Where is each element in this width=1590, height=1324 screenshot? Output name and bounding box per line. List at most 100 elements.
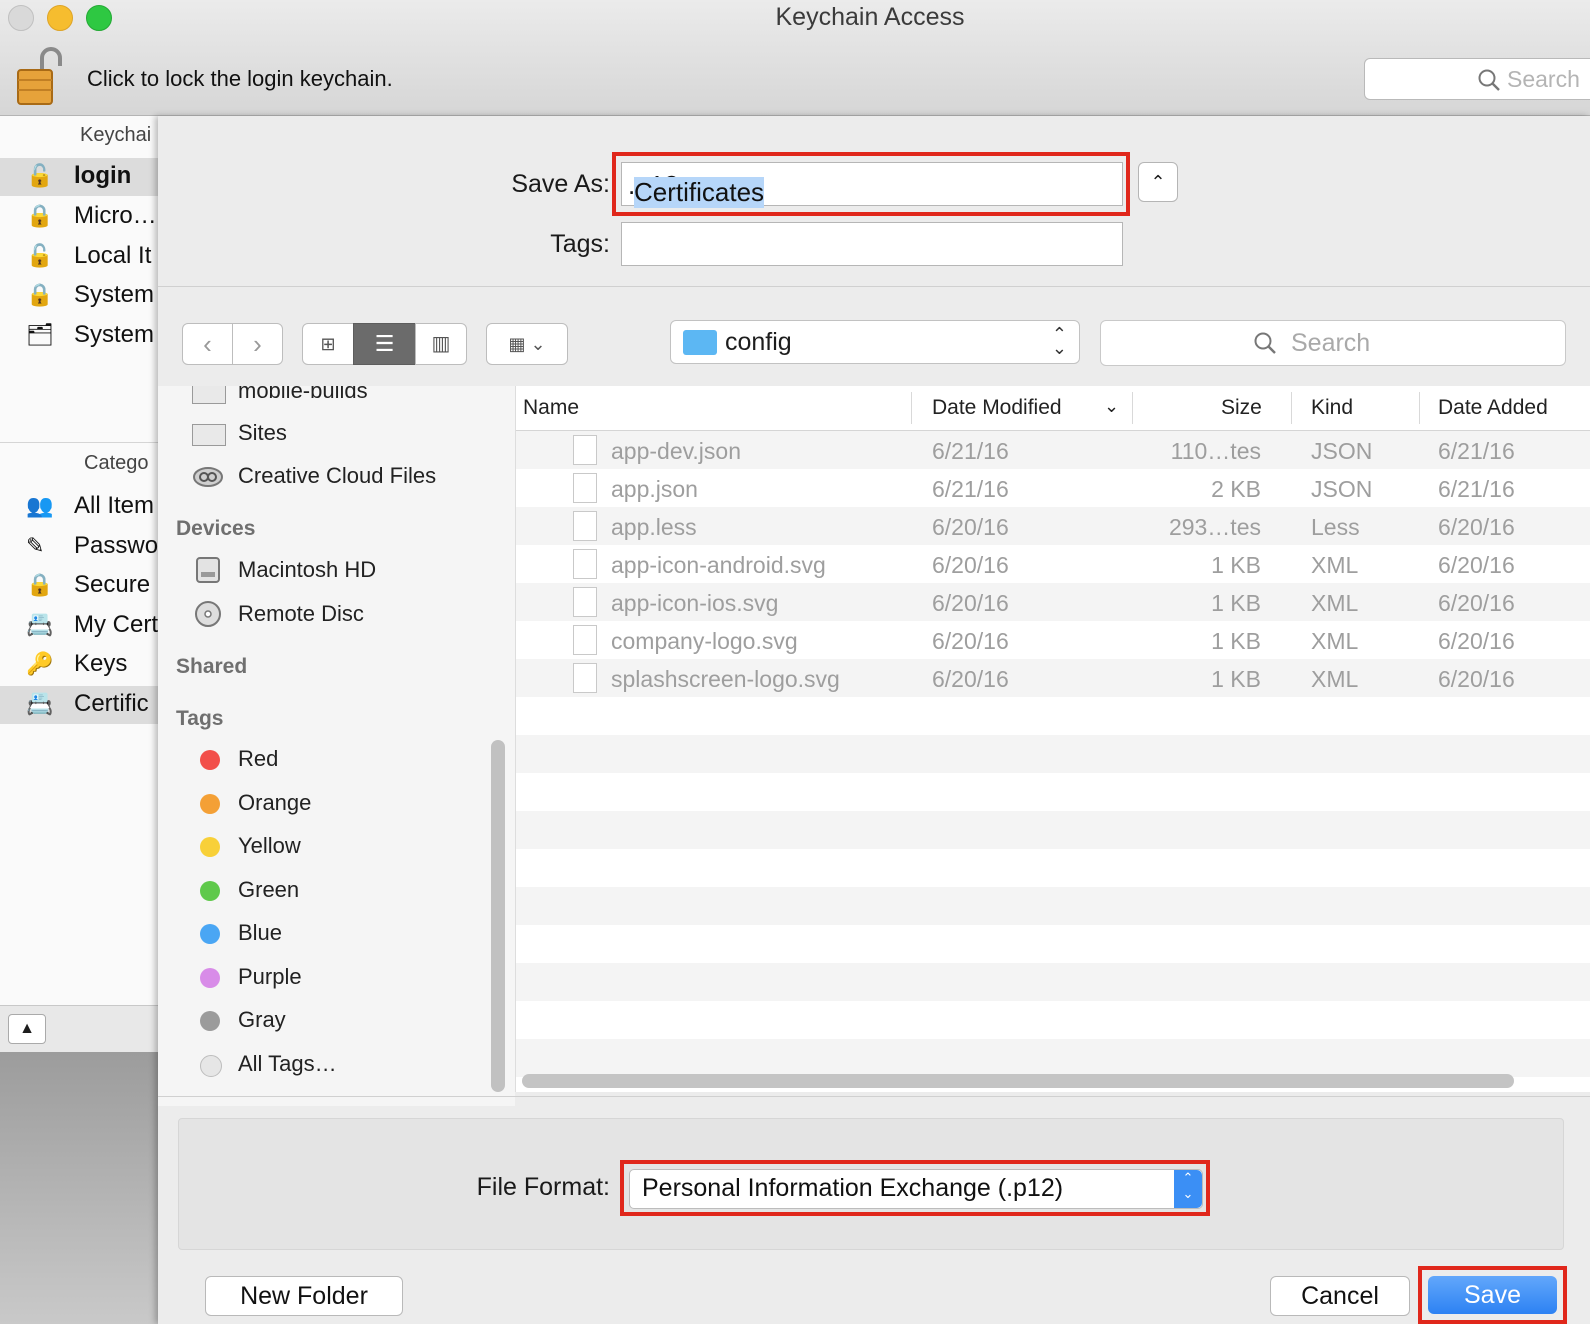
tag-label: Red: [238, 746, 279, 771]
main-search-field[interactable]: Search: [1364, 58, 1590, 100]
file-date-modified: 6/20/16: [932, 666, 1009, 692]
empty-row: [516, 963, 1590, 1001]
empty-row: [516, 735, 1590, 773]
highlight-save-button: [1418, 1266, 1567, 1324]
sidebar-tag-green[interactable]: Green: [158, 871, 515, 911]
list-view-button[interactable]: ☰: [353, 323, 416, 365]
file-kind: XML: [1311, 552, 1359, 578]
file-icon: [573, 435, 597, 465]
column-view-button[interactable]: ▥: [415, 323, 467, 365]
file-name: app-icon-android.svg: [611, 552, 826, 578]
sidebar-item-macintosh-hd[interactable]: Macintosh HD: [158, 551, 515, 591]
lock-hint-text[interactable]: Click to lock the login keychain.: [87, 66, 393, 92]
column-header-kind[interactable]: Kind: [1311, 396, 1353, 420]
sidebar-scrollbar[interactable]: [491, 740, 505, 1092]
empty-row: [516, 811, 1590, 849]
unlocked-padlock-icon[interactable]: [16, 44, 64, 106]
new-folder-button[interactable]: New Folder: [205, 1276, 403, 1316]
certificate-cabinet-icon: 🗂: [26, 322, 54, 347]
sidebar-item-sites[interactable]: Sites: [158, 414, 515, 454]
tag-label: Green: [238, 877, 300, 902]
category-label: Certific: [74, 690, 149, 717]
dialog-search-field[interactable]: Search: [1100, 320, 1566, 366]
unlocked-padlock-icon: 🔓: [26, 163, 54, 188]
file-list-horizontal-scrollbar[interactable]: [522, 1074, 1514, 1088]
sidebar-all-tags[interactable]: All Tags…: [158, 1045, 515, 1085]
keychain-item-login[interactable]: 🔓 login: [0, 158, 158, 196]
sidebar-tag-red[interactable]: Red: [158, 740, 515, 780]
devices-header: Devices: [176, 517, 256, 540]
yellow-tag-dot-icon: [200, 837, 220, 857]
search-icon: [1254, 332, 1276, 354]
file-name: app-dev.json: [611, 438, 741, 464]
cancel-button[interactable]: Cancel: [1270, 1276, 1410, 1316]
column-separator: [1132, 392, 1133, 424]
column-header-date-modified[interactable]: Date Modified: [932, 396, 1062, 420]
category-item-my-certificates[interactable]: 📇 My Cert: [0, 607, 158, 645]
sidebar-item-creative-cloud-files[interactable]: Creative Cloud Files: [158, 457, 515, 497]
sidebar-tag-blue[interactable]: Blue: [158, 914, 515, 954]
category-label: All Item: [74, 492, 155, 519]
file-date-added: 6/21/16: [1438, 438, 1515, 464]
certificate-icon: 📇: [26, 691, 54, 716]
dialog-sidebar: mobile-builds Sites Creative Cloud Files…: [158, 386, 515, 1106]
tags-header: Tags: [176, 707, 224, 730]
column-separator: [1291, 392, 1292, 424]
blue-tag-dot-icon: [200, 924, 220, 944]
collapse-dialog-button[interactable]: ⌃: [1138, 162, 1178, 202]
note-icon: 🔒: [26, 572, 54, 597]
keychain-item-micro[interactable]: 🔒 Micro…: [0, 198, 158, 236]
sidebar-item-remote-disc[interactable]: Remote Disc: [158, 595, 515, 635]
keychain-item-local-items[interactable]: 🔓 Local It: [0, 238, 158, 276]
column-header-date-added[interactable]: Date Added: [1438, 396, 1548, 420]
sidebar-tag-yellow[interactable]: Yellow: [158, 827, 515, 867]
show-keychains-toggle-icon[interactable]: ▲: [8, 1014, 46, 1044]
file-row[interactable]: app.less 6/20/16 293…tes Less 6/20/16: [516, 507, 1590, 545]
empty-row: [516, 925, 1590, 963]
window-title: Keychain Access: [775, 3, 965, 31]
search-icon: [1478, 69, 1500, 91]
forward-button[interactable]: ›: [232, 323, 283, 365]
category-item-secure-notes[interactable]: 🔒 Secure: [0, 567, 158, 605]
chevron-left-icon: ‹: [203, 329, 212, 359]
keychain-item-system-roots[interactable]: 🗂 System: [0, 317, 158, 355]
tags-input[interactable]: [621, 222, 1123, 266]
folder-icon: [683, 330, 717, 355]
category-item-all-items[interactable]: 👥 All Item: [0, 488, 158, 526]
file-list-header: Name Date Modified ⌄ Size Kind Date Adde…: [516, 386, 1590, 431]
file-row[interactable]: app-icon-ios.svg 6/20/16 1 KB XML 6/20/16: [516, 583, 1590, 621]
back-button[interactable]: ‹: [182, 323, 233, 365]
file-row[interactable]: app-dev.json 6/21/16 110…tes JSON 6/21/16: [516, 431, 1590, 469]
file-kind: XML: [1311, 666, 1359, 692]
file-row[interactable]: app-icon-android.svg 6/20/16 1 KB XML 6/20/1…: [516, 545, 1590, 583]
category-item-passwords[interactable]: ✎ Passwo: [0, 528, 158, 566]
file-row[interactable]: splashscreen-logo.svg 6/20/16 1 KB XML 6/20/…: [516, 659, 1590, 697]
sidebar-tag-gray[interactable]: Gray: [158, 1001, 515, 1041]
sidebar-tag-orange[interactable]: Orange: [158, 784, 515, 824]
column-header-size[interactable]: Size: [1221, 396, 1262, 420]
category-item-certificates[interactable]: 📇 Certific: [0, 686, 158, 724]
empty-row: [516, 697, 1590, 735]
keychain-label: System: [74, 281, 155, 308]
icon-view-button[interactable]: ⊞: [302, 323, 354, 365]
categories-header: Catego: [84, 452, 149, 474]
title-bar: Keychain Access Click to lock the login …: [0, 0, 1590, 116]
sidebar-item-mobile-builds[interactable]: mobile-builds: [158, 386, 515, 412]
tag-label: All Tags…: [238, 1051, 337, 1076]
file-row[interactable]: app.json 6/21/16 2 KB JSON 6/21/16: [516, 469, 1590, 507]
column-header-name[interactable]: Name: [523, 396, 579, 420]
group-by-button[interactable]: ▦ ⌄: [486, 323, 568, 365]
padlock-icon: 🔒: [26, 282, 54, 307]
main-search-placeholder: Search: [1507, 66, 1580, 92]
file-size: 293…tes: [1168, 514, 1261, 540]
dialog-divider: [158, 286, 1590, 287]
category-item-keys[interactable]: 🔑 Keys: [0, 646, 158, 684]
location-popup[interactable]: config ⌃ ⌄: [670, 320, 1080, 364]
file-date-modified: 6/20/16: [932, 590, 1009, 616]
file-date-modified: 6/21/16: [932, 438, 1009, 464]
file-row[interactable]: company-logo.svg 6/20/16 1 KB XML 6/20/16: [516, 621, 1590, 659]
file-icon: [573, 587, 597, 617]
category-label: Keys: [74, 650, 128, 677]
sidebar-tag-purple[interactable]: Purple: [158, 958, 515, 998]
keychain-item-system[interactable]: 🔒 System: [0, 277, 158, 315]
